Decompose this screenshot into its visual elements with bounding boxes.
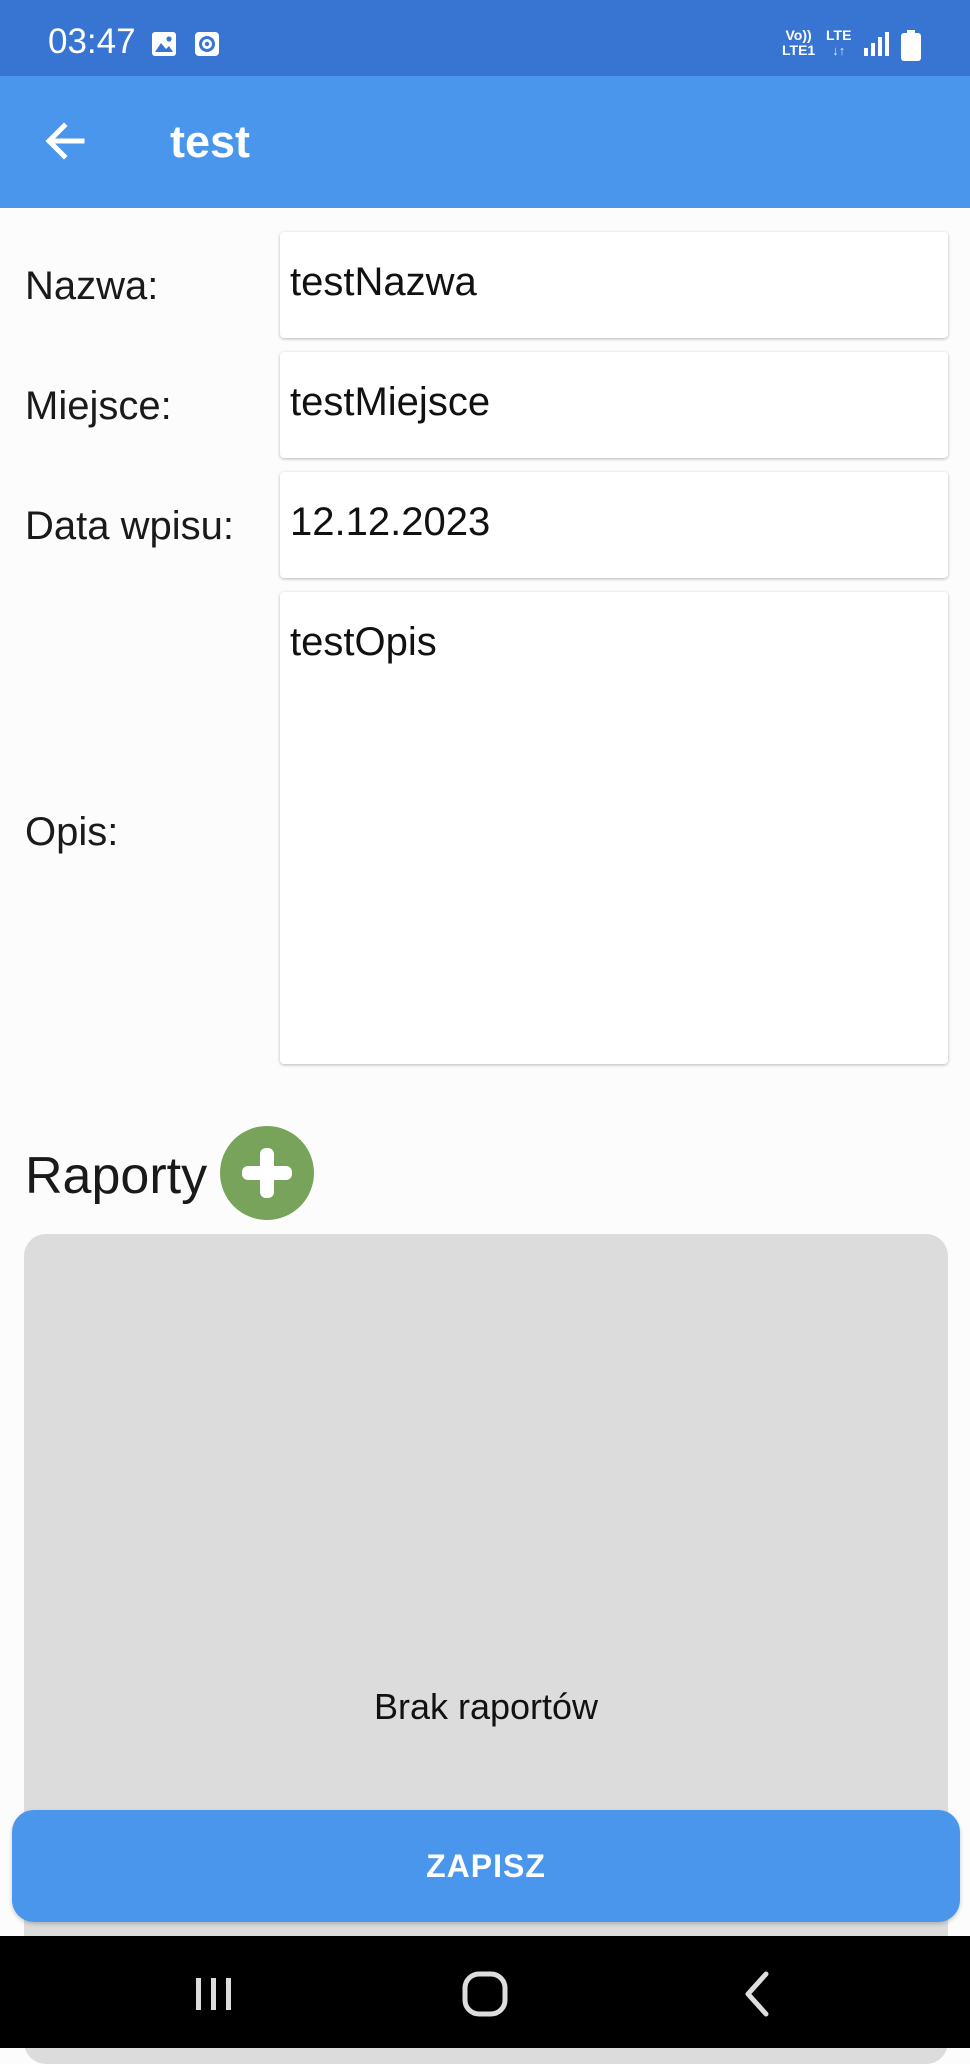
date-field[interactable]: 12.12.2023	[280, 472, 948, 578]
reports-title: Raporty	[25, 1147, 208, 1205]
add-report-button[interactable]	[220, 1126, 314, 1220]
status-time: 03:47	[48, 22, 136, 61]
save-button[interactable]: ZAPISZ	[12, 1810, 960, 1922]
name-field[interactable]: testNazwa	[280, 232, 948, 338]
name-label: Nazwa:	[25, 264, 159, 308]
place-label: Miejsce:	[25, 384, 172, 428]
volte-sim-label: LTE1	[782, 42, 816, 58]
empty-state-text: Brak raportów	[373, 1686, 599, 1727]
arrow-back-icon[interactable]	[40, 116, 90, 166]
image-icon	[152, 32, 176, 56]
page-title: test	[170, 116, 251, 167]
plus-circle-icon	[242, 1148, 292, 1198]
volte-indicator: Vo)) LTE1	[782, 28, 815, 58]
place-field[interactable]: testMiejsce	[280, 352, 948, 458]
lte-indicator: LTE ↓↑	[826, 27, 852, 59]
description-field[interactable]: testOpis	[280, 592, 948, 1064]
navigation-bar	[0, 1936, 970, 2048]
volte-label: Vo))	[785, 27, 812, 43]
recent-apps-icon[interactable]	[184, 1964, 244, 2024]
description-label: Opis:	[25, 810, 119, 854]
app-bar: test	[0, 76, 970, 208]
lte-label: LTE	[826, 27, 852, 43]
signal-icon	[864, 32, 889, 56]
home-icon[interactable]	[455, 1964, 515, 2024]
back-icon[interactable]	[728, 1964, 788, 2024]
date-label: Data wpisu:	[25, 504, 234, 548]
screen-recorder-icon	[195, 32, 219, 56]
status-bar: 03:47 Vo)) LTE1 LTE ↓↑	[0, 0, 970, 76]
battery-icon	[901, 30, 921, 61]
